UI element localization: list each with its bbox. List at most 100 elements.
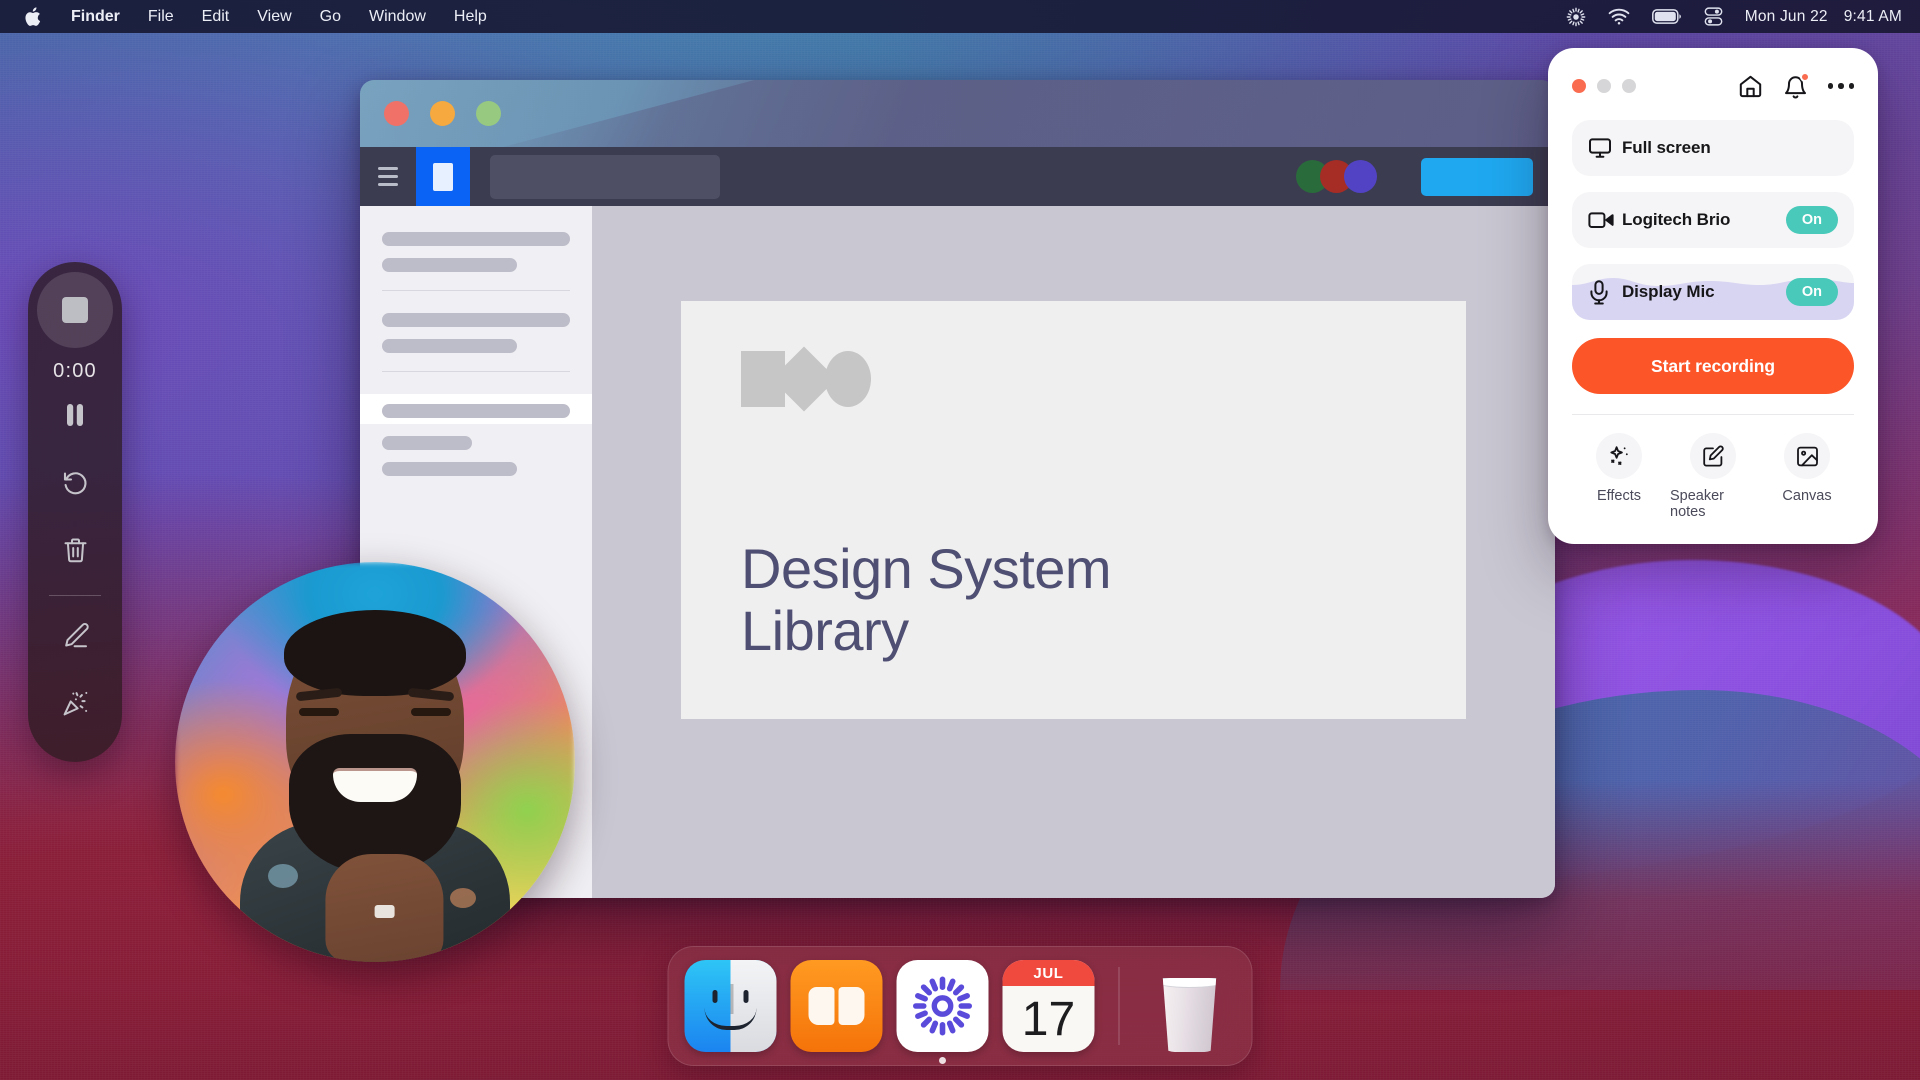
- webcam-bubble[interactable]: [175, 562, 575, 962]
- calendar-day: 17: [1021, 992, 1076, 1046]
- brightness-icon[interactable]: [1566, 7, 1586, 27]
- notification-bell-icon[interactable]: [1783, 71, 1810, 99]
- address-bar[interactable]: [490, 154, 720, 199]
- full-screen-row[interactable]: Full screen: [1572, 120, 1854, 176]
- delete-button[interactable]: [28, 519, 122, 587]
- full-screen-label: Full screen: [1622, 138, 1711, 157]
- monitor-icon: [1588, 136, 1622, 160]
- app-window-traffic-lights: [384, 101, 501, 126]
- camera-row[interactable]: Logitech Brio On: [1572, 192, 1854, 248]
- microphone-row[interactable]: Display Mic On: [1572, 264, 1854, 320]
- battery-icon[interactable]: [1651, 9, 1682, 24]
- menu-item-edit[interactable]: Edit: [188, 0, 244, 33]
- menu-item-view[interactable]: View: [243, 0, 305, 33]
- restart-arrow-icon: [61, 469, 89, 502]
- dock-item-books[interactable]: [790, 960, 883, 1052]
- slide-title-line-1: Design System: [741, 536, 1112, 600]
- panel-tools: Effects Speaker notes Canvas: [1572, 415, 1854, 520]
- sidebar-item-active[interactable]: [360, 394, 592, 424]
- dock-item-recorder[interactable]: [896, 960, 989, 1064]
- restart-button[interactable]: [28, 451, 122, 519]
- share-button[interactable]: [1421, 157, 1533, 196]
- panel-header: [1572, 68, 1854, 104]
- calendar-icon: JUL 17: [1002, 960, 1095, 1052]
- menu-bar-items: Finder File Edit View Go Window Help: [14, 0, 501, 33]
- window-zoom-button[interactable]: [476, 101, 501, 126]
- menu-bar-clock[interactable]: Mon Jun 22 9:41 AM: [1745, 8, 1902, 26]
- recording-timer: 0:00: [53, 360, 97, 382]
- wifi-icon[interactable]: [1608, 8, 1630, 25]
- effects-tool[interactable]: Effects: [1576, 433, 1662, 520]
- dock-item-finder[interactable]: [684, 960, 777, 1052]
- menu-bar: Finder File Edit View Go Window Help Mon…: [0, 0, 1920, 33]
- window-close-button[interactable]: [384, 101, 409, 126]
- menu-item-go[interactable]: Go: [306, 0, 355, 33]
- hamburger-menu-icon[interactable]: [360, 147, 416, 206]
- person-smile: [333, 768, 417, 802]
- toolbar-right-group: [1296, 157, 1555, 196]
- menu-item-file[interactable]: File: [134, 0, 188, 33]
- menu-item-help[interactable]: Help: [440, 0, 501, 33]
- finder-icon: [684, 960, 777, 1052]
- person-hair: [284, 610, 466, 696]
- skeleton-bar: [382, 313, 570, 327]
- panel-traffic-lights: [1572, 79, 1636, 93]
- webcam-person: [175, 562, 575, 962]
- app-window-toolbar: [360, 147, 1555, 206]
- trash-icon: [63, 537, 88, 569]
- dock-item-calendar[interactable]: JUL 17: [1002, 960, 1095, 1052]
- dock-divider: [1118, 967, 1120, 1045]
- app-window-titlebar: [360, 80, 1555, 147]
- microphone-toggle[interactable]: On: [1785, 277, 1838, 307]
- recording-toolbar: 0:00: [28, 262, 122, 762]
- person-ring: [374, 905, 395, 918]
- presentation-slide[interactable]: Design System Library: [681, 301, 1466, 719]
- collaborator-avatars[interactable]: [1296, 160, 1377, 193]
- panel-close-button[interactable]: [1572, 79, 1586, 93]
- sidebar-divider: [382, 371, 570, 372]
- draw-button[interactable]: [28, 604, 122, 672]
- slide-title: Design System Library: [741, 536, 1112, 663]
- window-minimize-button[interactable]: [430, 101, 455, 126]
- canvas-tool[interactable]: Canvas: [1764, 433, 1850, 520]
- home-icon[interactable]: [1738, 74, 1763, 99]
- camera-label: Logitech Brio: [1622, 210, 1731, 229]
- stop-recording-button[interactable]: [37, 272, 113, 348]
- confetti-icon: [62, 690, 89, 722]
- video-camera-icon: [1588, 209, 1622, 231]
- speaker-notes-tool[interactable]: Speaker notes: [1670, 433, 1756, 520]
- apple-logo-icon[interactable]: [14, 6, 57, 27]
- notification-badge: [1799, 71, 1810, 82]
- menu-item-finder[interactable]: Finder: [57, 0, 134, 33]
- start-recording-button[interactable]: Start recording: [1572, 338, 1854, 394]
- menu-bar-status: Mon Jun 22 9:41 AM: [1566, 7, 1902, 27]
- desktop: Finder File Edit View Go Window Help Mon…: [0, 0, 1920, 1080]
- person-beard: [289, 734, 461, 874]
- avatar[interactable]: [1344, 160, 1377, 193]
- menu-bar-date: Mon Jun 22: [1744, 7, 1828, 25]
- app-logo-icon[interactable]: [416, 147, 470, 206]
- trash-icon: [1144, 960, 1236, 1052]
- dock-item-trash[interactable]: [1144, 960, 1236, 1052]
- panel-zoom-button[interactable]: [1622, 79, 1636, 93]
- menu-bar-time: 9:41 AM: [1843, 7, 1902, 25]
- person-eye: [411, 708, 451, 716]
- person-eye: [299, 708, 339, 716]
- calendar-month: JUL: [1002, 960, 1095, 986]
- camera-toggle[interactable]: On: [1785, 205, 1838, 235]
- note-edit-icon: [1690, 433, 1736, 479]
- skeleton-bar: [382, 462, 518, 476]
- app-canvas: Design System Library: [592, 206, 1555, 898]
- slide-title-line-2: Library: [741, 599, 909, 663]
- menu-item-window[interactable]: Window: [355, 0, 440, 33]
- skeleton-bar: [382, 258, 518, 272]
- effects-button[interactable]: [28, 672, 122, 740]
- skeleton-bar: [382, 436, 473, 450]
- slide-decorative-shapes: [741, 346, 1406, 412]
- panel-minimize-button[interactable]: [1597, 79, 1611, 93]
- more-options-icon[interactable]: [1827, 83, 1854, 89]
- microphone-icon: [1588, 279, 1622, 305]
- pause-button[interactable]: [28, 383, 122, 451]
- recording-control-panel[interactable]: Full screen Logitech Brio On Display Mic…: [1548, 48, 1878, 544]
- control-center-icon[interactable]: [1704, 7, 1723, 26]
